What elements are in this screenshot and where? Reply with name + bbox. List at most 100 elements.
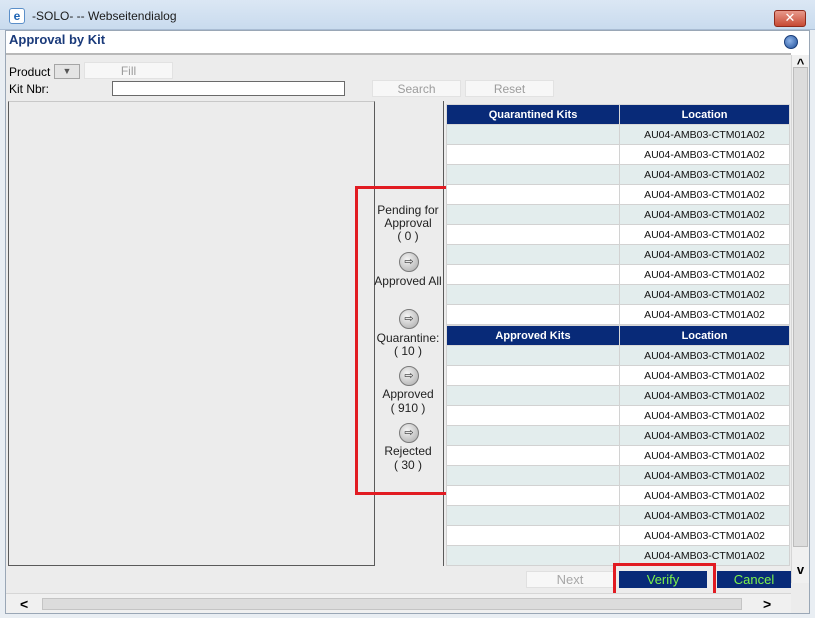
kit-cell [446,224,620,245]
dialog-content: Approval by Kit Product ▼ Fill Kit Nbr: … [5,30,810,614]
kit-nbr-label: Kit Nbr: [9,82,50,96]
kit-cell [446,124,620,145]
table-row[interactable]: AU04-AMB03-CTM01A02 [446,385,790,406]
approve-all-arrow-icon[interactable]: ⇨ [399,252,419,272]
kit-cell [446,365,620,386]
location-cell: AU04-AMB03-CTM01A02 [619,164,790,185]
location-cell: AU04-AMB03-CTM01A02 [619,485,790,506]
table-row[interactable]: AU04-AMB03-CTM01A02 [446,244,790,265]
chevron-down-icon: ▼ [62,66,72,76]
verify-button[interactable]: Verify [619,571,707,588]
search-button[interactable]: Search [372,80,461,97]
table-row[interactable]: AU04-AMB03-CTM01A02 [446,505,790,526]
vertical-scroll-thumb[interactable] [793,67,808,547]
table-row[interactable]: AU04-AMB03-CTM01A02 [446,164,790,185]
scroll-right-icon[interactable]: > [763,596,771,612]
kit-cell [446,244,620,265]
location-cell: AU04-AMB03-CTM01A02 [619,204,790,225]
cancel-button[interactable]: Cancel [717,571,791,588]
table-row[interactable]: AU04-AMB03-CTM01A02 [446,144,790,165]
kit-cell [446,264,620,285]
table-row[interactable]: AU04-AMB03-CTM01A02 [446,425,790,446]
rejected-arrow-icon[interactable]: ⇨ [399,423,419,443]
column-header-approved-kits[interactable]: Approved Kits [446,325,620,346]
table-row[interactable]: AU04-AMB03-CTM01A02 [446,365,790,386]
kit-cell [446,164,620,185]
product-dropdown[interactable]: ▼ [54,64,80,79]
table-row[interactable]: AU04-AMB03-CTM01A02 [446,264,790,285]
table-row[interactable]: AU04-AMB03-CTM01A02 [446,485,790,506]
table-row[interactable]: AU04-AMB03-CTM01A02 [446,284,790,305]
page-title: Approval by Kit [9,32,106,47]
product-label: Product [9,65,51,79]
location-cell: AU04-AMB03-CTM01A02 [619,465,790,486]
pending-approval-label: Pending for Approval [377,203,439,230]
approved-kits-table: Approved Kits Location AU04-AMB03-CTM01A… [446,325,790,566]
approved-label: Approved [382,387,434,401]
table-row[interactable]: AU04-AMB03-CTM01A02 [446,525,790,546]
kit-cell [446,144,620,165]
kit-cell [446,465,620,486]
table-row[interactable]: AU04-AMB03-CTM01A02 [446,405,790,426]
location-cell: AU04-AMB03-CTM01A02 [619,284,790,305]
kit-cell [446,405,620,426]
kit-cell [446,505,620,526]
quarantined-kits-table: Quarantined Kits Location AU04-AMB03-CTM… [446,104,790,325]
kit-cell [446,425,620,446]
location-cell: AU04-AMB03-CTM01A02 [619,224,790,245]
column-header-location[interactable]: Location [619,325,790,346]
vertical-scrollbar[interactable]: ^ v [791,55,809,583]
scroll-left-icon[interactable]: < [20,596,28,612]
location-cell: AU04-AMB03-CTM01A02 [619,124,790,145]
header-divider [6,53,791,55]
horizontal-scroll-thumb[interactable] [42,598,742,610]
approved-arrow-icon[interactable]: ⇨ [399,366,419,386]
reset-button[interactable]: Reset [465,80,554,97]
location-cell: AU04-AMB03-CTM01A02 [619,385,790,406]
table-row[interactable]: AU04-AMB03-CTM01A02 [446,184,790,205]
pending-approval-count: ( 0 ) [397,229,419,243]
column-header-location[interactable]: Location [619,104,790,125]
page-header: Approval by Kit [6,31,809,55]
approved-all-label: Approved All [374,274,442,288]
table-row[interactable]: AU04-AMB03-CTM01A02 [446,124,790,145]
kit-cell [446,184,620,205]
table-row[interactable]: AU04-AMB03-CTM01A02 [446,304,790,325]
quarantine-arrow-icon[interactable]: ⇨ [399,309,419,329]
horizontal-scrollbar[interactable]: < > [6,593,791,613]
rejected-label: Rejected [384,444,432,458]
help-icon[interactable] [784,35,798,49]
kit-cell [446,345,620,366]
kit-cell [446,304,620,325]
kit-list-panel[interactable] [8,101,375,566]
approved-count: ( 910 ) [390,401,426,415]
next-button[interactable]: Next [526,571,614,588]
kit-cell [446,545,620,566]
table-row[interactable]: AU04-AMB03-CTM01A02 [446,204,790,225]
close-button[interactable]: ✕ [774,10,806,27]
kit-cell [446,385,620,406]
location-cell: AU04-AMB03-CTM01A02 [619,345,790,366]
location-cell: AU04-AMB03-CTM01A02 [619,304,790,325]
kit-nbr-input[interactable] [112,81,345,96]
fill-button[interactable]: Fill [84,62,173,79]
kit-cell [446,284,620,305]
location-cell: AU04-AMB03-CTM01A02 [619,144,790,165]
table-row[interactable]: AU04-AMB03-CTM01A02 [446,445,790,466]
location-cell: AU04-AMB03-CTM01A02 [619,505,790,526]
kit-cell [446,525,620,546]
location-cell: AU04-AMB03-CTM01A02 [619,445,790,466]
location-cell: AU04-AMB03-CTM01A02 [619,244,790,265]
location-cell: AU04-AMB03-CTM01A02 [619,365,790,386]
column-header-quarantined-kits[interactable]: Quarantined Kits [446,104,620,125]
kit-cell [446,445,620,466]
quarantine-count: ( 10 ) [393,344,422,358]
scroll-down-icon[interactable]: v [792,563,809,577]
location-cell: AU04-AMB03-CTM01A02 [619,184,790,205]
table-row[interactable]: AU04-AMB03-CTM01A02 [446,345,790,366]
table-row[interactable]: AU04-AMB03-CTM01A02 [446,224,790,245]
location-cell: AU04-AMB03-CTM01A02 [619,525,790,546]
rejected-count: ( 30 ) [393,458,422,472]
table-row[interactable]: AU04-AMB03-CTM01A02 [446,465,790,486]
browser-icon: e [9,8,25,24]
